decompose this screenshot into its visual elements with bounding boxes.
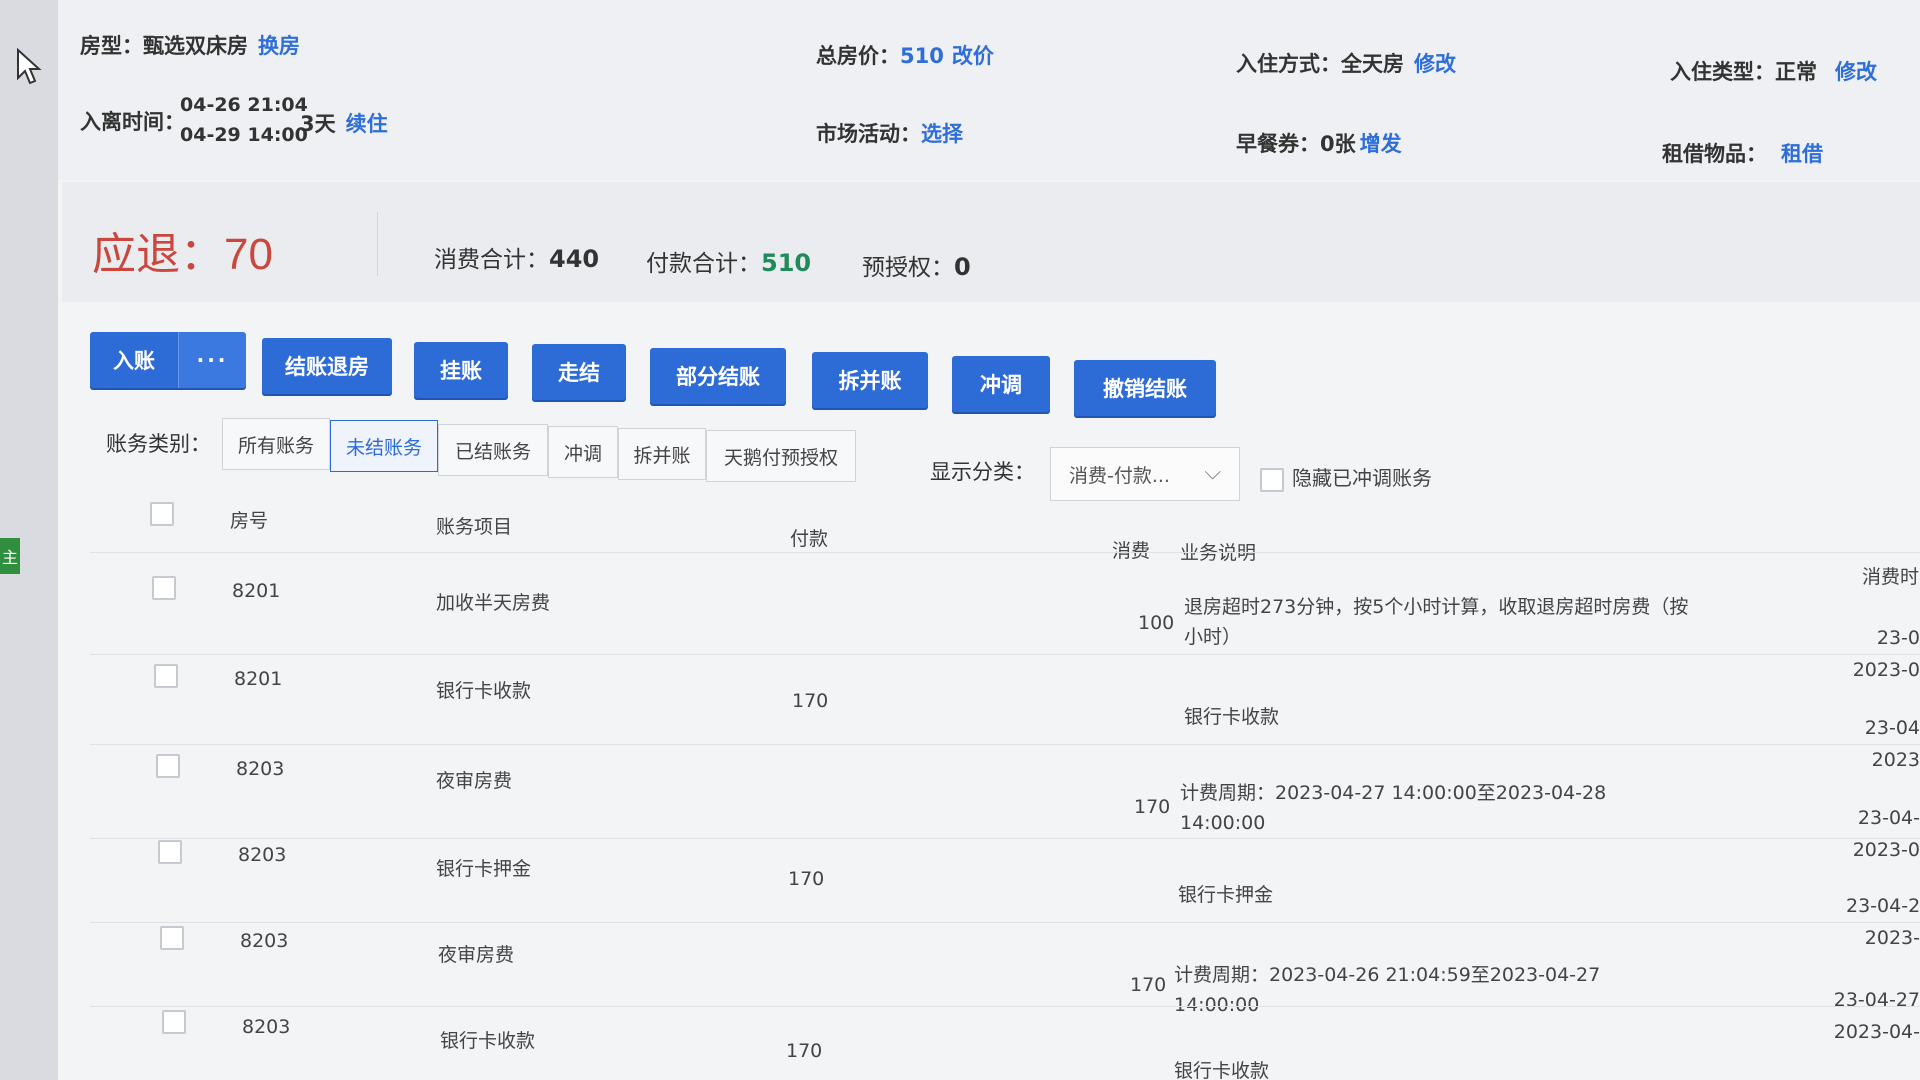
tab-unsettled[interactable]: 未结账务: [330, 420, 438, 472]
checkout-time: 04-29 14:00: [180, 124, 308, 146]
display-category-label: 显示分类：: [930, 460, 1035, 484]
rental-items: 租借物品： 租借: [1662, 142, 1823, 166]
row-desc: 计费周期：2023-04-27 14:00:00至2023-04-28 14:0…: [1180, 782, 1607, 834]
total-price-value: 510: [900, 44, 944, 68]
folio-panel: 房型：甄选双床房 换房 入离时间： 04-26 21:04 04-29 14:00…: [58, 0, 1920, 1080]
mouse-cursor-icon: [17, 48, 42, 85]
undo-checkout-button[interactable]: 撤销结账: [1074, 360, 1216, 416]
stay-info: 房型：甄选双床房 换房 入离时间： 04-26 21:04 04-29 14:00…: [58, 0, 1920, 180]
row-divider: [90, 744, 1920, 745]
checkin-time: 04-26 21:04: [180, 94, 308, 116]
consumption-total: 消费合计：440: [434, 245, 600, 273]
balance-summary: 应退：70 消费合计：440 付款合计：510 预授权：0: [62, 182, 1920, 302]
row-room: 8201: [234, 668, 283, 690]
tab-preauth[interactable]: 天鹅付预授权: [706, 430, 856, 482]
col-item: 账务项目: [436, 516, 513, 538]
row-desc: 计费周期：2023-04-26 21:04:59至2023-04-27 14:0…: [1174, 964, 1601, 1016]
preauth-total: 预授权：0: [862, 253, 971, 281]
split-merge-button[interactable]: 拆并账: [812, 352, 928, 408]
row-room: 8203: [236, 758, 285, 780]
row-pay: 170: [792, 690, 829, 712]
stay-time-label: 入离时间：: [80, 110, 185, 134]
row-room: 8203: [242, 1016, 291, 1038]
row-checkbox[interactable]: [162, 1010, 186, 1034]
category-label: 账务类别：: [106, 432, 211, 456]
partial-checkout-button[interactable]: 部分结账: [650, 348, 786, 404]
row-pay: 170: [788, 868, 825, 890]
market-activity: 市场活动：选择: [816, 122, 963, 146]
change-price-link[interactable]: 改价: [952, 44, 994, 68]
row-time: 23-04- 2023-0: [1852, 807, 1920, 861]
row-consume: 170: [1130, 974, 1167, 996]
row-divider: [90, 838, 1920, 839]
row-desc: 银行卡押金: [1178, 884, 1274, 906]
change-room-link[interactable]: 换房: [258, 34, 300, 58]
breakfast: 早餐券：0张 增发: [1236, 132, 1402, 156]
row-desc: 银行卡收款: [1174, 1060, 1270, 1080]
row-consume: 170: [1134, 796, 1171, 818]
checkout-button[interactable]: 结账退房: [262, 338, 392, 394]
row-item: 夜审房费: [438, 944, 515, 966]
row-item: 夜审房费: [436, 770, 513, 792]
stay-times: 04-26 21:04 04-29 14:00: [180, 90, 308, 150]
col-time: 消费时: [1862, 566, 1920, 588]
select-all-checkbox[interactable]: [150, 502, 174, 526]
row-room: 8201: [232, 580, 281, 602]
chevron-down-icon: ⌵: [1204, 460, 1221, 485]
market-select-link[interactable]: 选择: [921, 122, 963, 146]
post-button[interactable]: 入账: [90, 332, 178, 388]
side-tab[interactable]: 主: [0, 538, 20, 574]
adjust-button[interactable]: 冲调: [952, 356, 1050, 412]
row-item: 加收半天房费: [436, 592, 551, 614]
row-consume: 100: [1138, 612, 1175, 634]
checkin-type: 入住类型：正常 修改: [1670, 60, 1877, 84]
row-pay: 170: [786, 1040, 823, 1062]
header-divider: [90, 552, 1920, 553]
walk-checkout-button[interactable]: 走结: [532, 344, 626, 400]
checkin-mode-edit-link[interactable]: 修改: [1414, 52, 1456, 76]
row-checkbox[interactable]: [152, 576, 176, 600]
row-divider: [90, 1006, 1920, 1007]
row-room: 8203: [238, 844, 287, 866]
room-type: 房型：甄选双床房 换房: [80, 34, 300, 58]
tab-settled[interactable]: 已结账务: [438, 424, 548, 476]
col-room: 房号: [230, 510, 269, 532]
total-price: 总房价：510 改价: [816, 44, 994, 68]
refund-amount: 应退：70: [92, 230, 273, 279]
row-checkbox[interactable]: [156, 754, 180, 778]
row-divider: [90, 922, 1920, 923]
col-consume: 消费: [1112, 540, 1151, 562]
extend-link[interactable]: 续住: [346, 112, 388, 136]
checkin-mode: 入住方式：全天房 修改: [1236, 52, 1456, 76]
hang-account-button[interactable]: 挂账: [414, 342, 508, 398]
row-divider: [90, 654, 1920, 655]
more-button[interactable]: ···: [178, 332, 246, 388]
divider: [377, 212, 378, 276]
row-time: 23-04-27 2023-04-: [1833, 989, 1920, 1043]
checkin-type-edit-link[interactable]: 修改: [1835, 60, 1877, 84]
row-desc: 银行卡收款: [1184, 706, 1280, 728]
row-checkbox[interactable]: [158, 840, 182, 864]
row-desc: 退房超时273分钟，按5个小时计算，收取退房超时房费（按小时）: [1184, 596, 1689, 648]
row-room: 8203: [240, 930, 289, 952]
row-checkbox[interactable]: [160, 926, 184, 950]
tab-all[interactable]: 所有账务: [222, 418, 330, 470]
row-item: 银行卡押金: [436, 858, 532, 880]
payment-total: 付款合计：510: [646, 249, 812, 277]
hide-adjusted-checkbox[interactable]: [1260, 467, 1284, 492]
nights: 3天 续住: [300, 112, 388, 136]
tab-split[interactable]: 拆并账: [618, 428, 706, 480]
rental-link[interactable]: 租借: [1781, 142, 1823, 166]
row-item: 银行卡收款: [436, 680, 532, 702]
hide-adjusted-option[interactable]: 隐藏已冲调账务: [1260, 462, 1432, 492]
row-item: 银行卡收款: [440, 1030, 536, 1052]
row-checkbox[interactable]: [154, 664, 178, 688]
ledger-table: 房号 账务项目 付款 消费 业务说明 消费时 8201 加收半天房费 100 退…: [90, 490, 1920, 1080]
breakfast-add-link[interactable]: 增发: [1360, 132, 1402, 156]
tab-adjust[interactable]: 冲调: [548, 426, 618, 478]
col-pay: 付款: [790, 528, 829, 550]
